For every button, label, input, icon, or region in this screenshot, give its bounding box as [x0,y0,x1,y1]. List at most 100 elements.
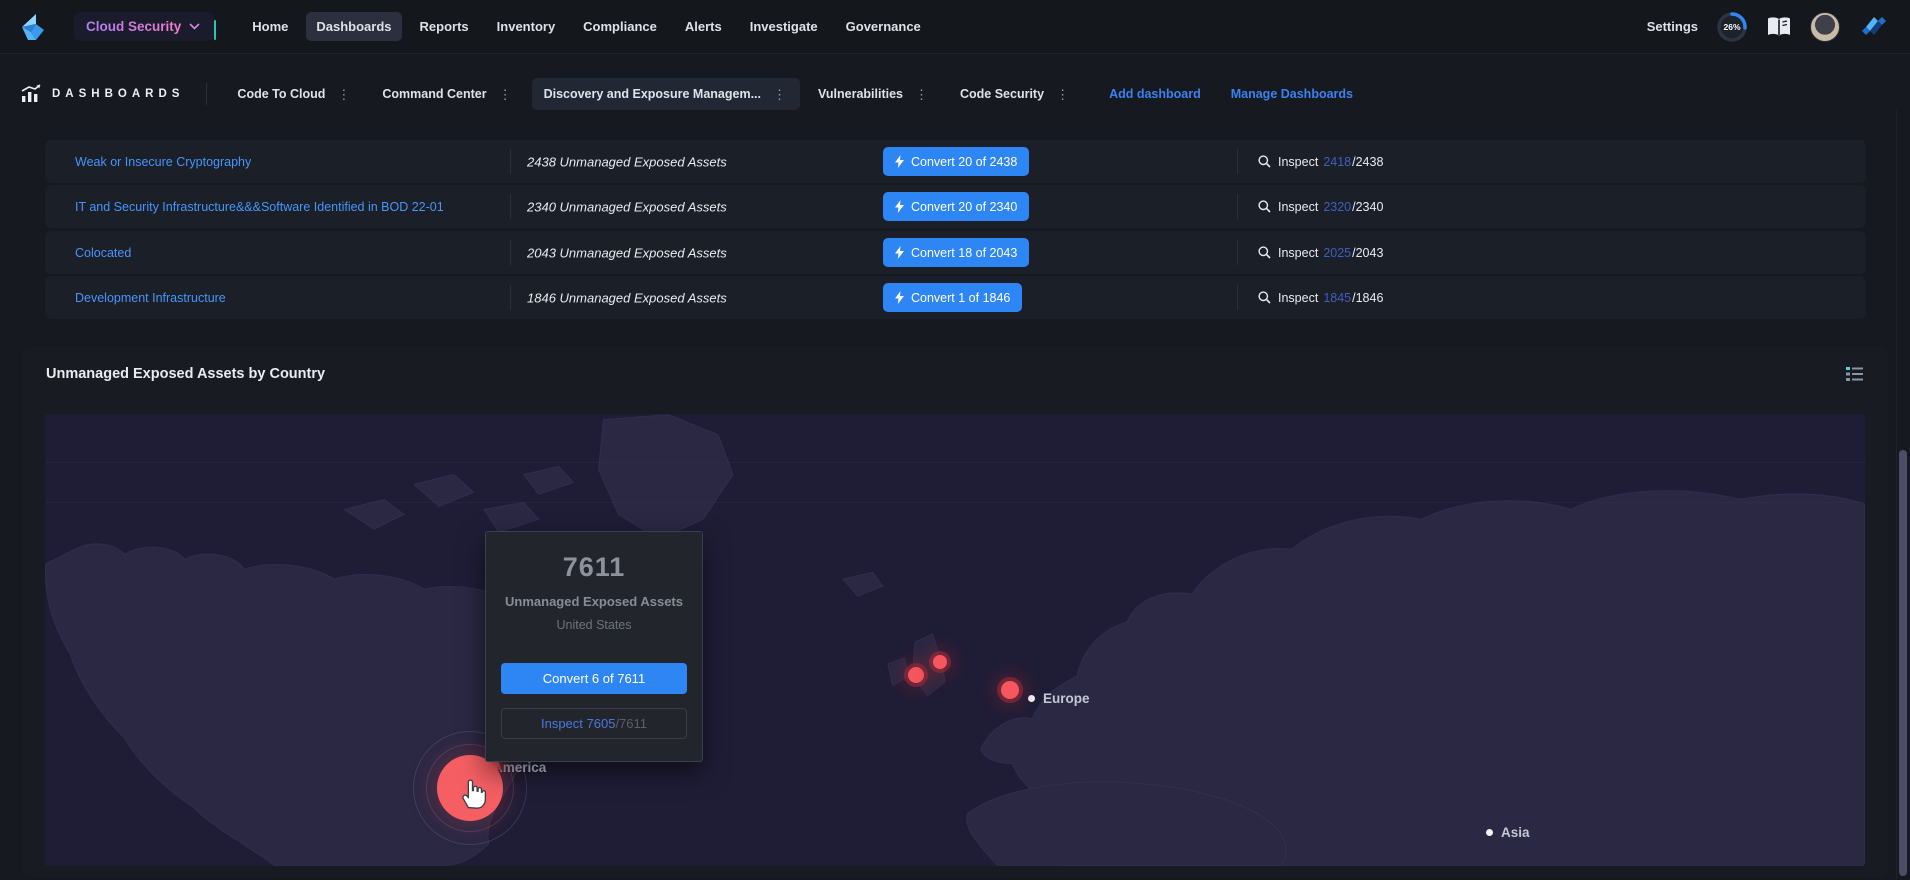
convert-button[interactable]: Convert 18 of 2043 [883,238,1030,267]
inspect-done-count: 2025 [1323,245,1352,260]
asset-count: 1846 Unmanaged Exposed Assets [527,290,727,305]
tooltip-country: United States [556,618,632,632]
magnifier-icon [1258,155,1271,168]
docs-book-icon[interactable] [1766,16,1792,38]
magnifier-icon [1258,291,1271,304]
list-view-icon[interactable] [1846,366,1864,382]
convert-button[interactable]: Convert 1 of 1846 [883,283,1023,312]
table-row: IT and Security Infrastructure&&&Softwar… [45,185,1866,228]
inspect-link[interactable]: Inspect 2025/2043 [1258,246,1383,260]
table-row: Development Infrastructure 1846 Unmanage… [45,276,1866,319]
dashboard-tabs: Code To Cloud ⋮ Command Center ⋮ Discove… [225,78,1083,110]
dashboards-toolbar: DASHBOARDS Code To Cloud ⋮ Command Cente… [0,66,1910,122]
nav-item-governance[interactable]: Governance [836,12,931,41]
kebab-menu-icon[interactable]: ⋮ [497,88,514,101]
table-row: Weak or Insecure Cryptography 2438 Unman… [45,140,1866,183]
kebab-menu-icon[interactable]: ⋮ [771,88,788,101]
page-scrollbar[interactable] [1896,110,1910,880]
region-label-europe: Europe [1028,691,1090,706]
top-navigation-bar: Cloud Security Home Dashboards Reports I… [0,0,1910,54]
convert-button[interactable]: Convert 20 of 2438 [883,147,1030,176]
map-graticule-line [45,502,1865,503]
tooltip-convert-button[interactable]: Convert 6 of 7611 [501,663,687,694]
kebab-menu-icon[interactable]: ⋮ [913,88,930,101]
tab-code-to-cloud[interactable]: Code To Cloud ⋮ [225,78,364,110]
tooltip-inspect-button[interactable]: Inspect 7605/7611 [501,708,687,739]
user-avatar[interactable] [1810,11,1840,42]
column-divider [1237,285,1238,310]
topnav-right-cluster: Settings 26% [1647,11,1890,43]
dashboards-chart-icon [21,84,41,102]
region-dot [1028,695,1035,702]
nav-item-reports[interactable]: Reports [410,12,479,41]
bolt-icon [895,246,904,259]
inspect-total-count: /2340 [1352,199,1384,214]
inspect-total-count: /2438 [1352,154,1384,169]
dashboards-label: DASHBOARDS [52,88,185,100]
bolt-icon [895,155,904,168]
column-divider [1237,194,1238,219]
kebab-menu-icon[interactable]: ⋮ [1054,88,1071,101]
map-marker[interactable] [908,667,924,683]
column-divider [1237,149,1238,174]
tooltip-metric: Unmanaged Exposed Assets [505,594,683,609]
region-label-asia: Asia [1486,825,1530,840]
map-graticule-line [45,462,1865,463]
nav-item-compliance[interactable]: Compliance [573,12,667,41]
issue-name-link[interactable]: Colocated [75,246,131,260]
nav-item-alerts[interactable]: Alerts [675,12,732,41]
tab-vulnerabilities[interactable]: Vulnerabilities ⋮ [806,78,942,110]
issue-name-link[interactable]: Weak or Insecure Cryptography [75,155,251,169]
kebab-menu-icon[interactable]: ⋮ [335,88,352,101]
nav-item-inventory[interactable]: Inventory [487,12,566,41]
issue-name-link[interactable]: Development Infrastructure [75,291,226,305]
app-screen: Cloud Security Home Dashboards Reports I… [0,0,1910,880]
world-map[interactable]: Europe Asia America 7611 Unmanaged Expos… [45,414,1865,866]
settings-link[interactable]: Settings [1647,19,1698,34]
inspect-total-count: /2043 [1352,245,1384,260]
convert-button[interactable]: Convert 20 of 2340 [883,192,1030,221]
inspect-link[interactable]: Inspect 2320/2340 [1258,200,1383,214]
map-marker-united-states[interactable] [437,755,503,821]
column-divider [1237,240,1238,265]
asset-count: 2340 Unmanaged Exposed Assets [527,199,727,214]
tab-discovery-and-exposure-management[interactable]: Discovery and Exposure Managem... ⋮ [531,78,801,110]
chevron-down-icon [189,23,200,30]
manage-dashboards-link[interactable]: Manage Dashboards [1231,87,1353,101]
column-divider [510,149,511,174]
product-switcher[interactable]: Cloud Security [74,12,217,41]
dashboard-actions: Add dashboard Manage Dashboards [1109,87,1353,101]
column-divider [510,240,511,265]
product-name: Cloud Security [86,19,182,34]
magnifier-icon [1258,246,1271,259]
magnifier-icon [1258,200,1271,213]
asset-count: 2438 Unmanaged Exposed Assets [527,154,727,169]
cortex-logo-icon[interactable] [16,10,50,44]
map-marker[interactable] [933,655,947,669]
bolt-icon [895,291,904,304]
license-progress-ring[interactable]: 26% [1716,11,1748,43]
inspect-done-count: 1845 [1323,290,1352,305]
scrollbar-thumb[interactable] [1899,450,1907,876]
map-widget-card: Unmanaged Exposed Assets by Country Euro… [22,346,1888,878]
divider [206,83,208,105]
add-dashboard-link[interactable]: Add dashboard [1109,87,1201,101]
asset-count: 2043 Unmanaged Exposed Assets [527,245,727,260]
map-marker[interactable] [1001,681,1019,699]
brand-logo-icon[interactable] [1858,11,1890,43]
tab-command-center[interactable]: Command Center ⋮ [370,78,525,110]
primary-nav: Home Dashboards Reports Inventory Compli… [242,12,931,41]
tab-code-security[interactable]: Code Security ⋮ [948,78,1083,110]
dashboards-title: DASHBOARDS [20,84,184,104]
nav-item-investigate[interactable]: Investigate [740,12,828,41]
nav-item-home[interactable]: Home [242,12,298,41]
inspect-link[interactable]: Inspect 1845/1846 [1258,291,1383,305]
tooltip-value: 7611 [562,552,626,582]
inspect-link[interactable]: Inspect 2418/2438 [1258,155,1383,169]
column-divider [510,285,511,310]
map-tooltip-card: 7611 Unmanaged Exposed Assets United Sta… [485,531,703,762]
issue-name-link[interactable]: IT and Security Infrastructure&&&Softwar… [75,200,444,214]
nav-item-dashboards[interactable]: Dashboards [306,12,402,41]
bolt-icon [895,200,904,213]
table-row: Colocated 2043 Unmanaged Exposed Assets … [45,231,1866,274]
